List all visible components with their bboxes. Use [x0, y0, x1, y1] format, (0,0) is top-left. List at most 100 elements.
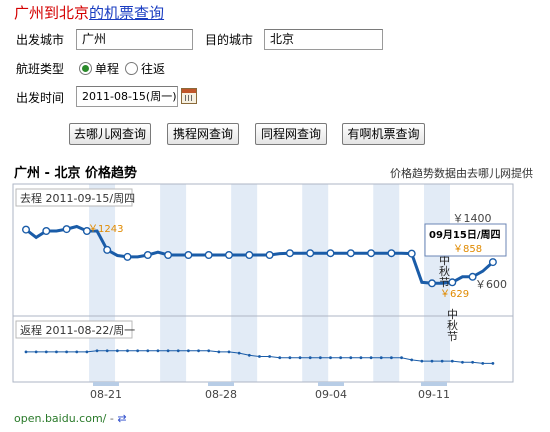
price-tooltip: 09月15日/周四 ￥858 — [424, 223, 507, 257]
weekend-band — [89, 184, 116, 382]
return-point — [115, 349, 119, 353]
chart-route-title: 广州 - 北京 价格趋势 — [14, 166, 137, 181]
outbound-point — [407, 249, 416, 258]
outbound-point — [22, 225, 31, 234]
depart-city-input[interactable]: 广州 — [76, 29, 193, 50]
outbound-point — [285, 249, 294, 258]
y-tick-high: ￥1400 — [453, 212, 492, 225]
outbound-label: 去程 2011-09-15/周四 — [20, 192, 135, 205]
return-point — [187, 349, 190, 353]
y-tick-low: ￥600 — [475, 278, 507, 291]
return-point — [34, 350, 38, 354]
return-point — [430, 359, 434, 363]
return-point — [207, 349, 211, 353]
return-point — [65, 350, 68, 354]
outbound-point — [468, 272, 477, 281]
round-trip-radio[interactable] — [125, 62, 138, 75]
return-point — [450, 359, 454, 363]
outbound-point — [103, 245, 112, 254]
tongcheng-search-button[interactable]: 同程网查询 — [255, 123, 327, 145]
footer-share-icon[interactable]: ⇄ — [117, 412, 126, 425]
date-label: 出发时间 — [16, 91, 65, 105]
weekend-band — [302, 184, 329, 382]
weekend-band — [373, 184, 400, 382]
return-point — [400, 356, 403, 360]
x-tick-marker — [93, 382, 119, 386]
return-point — [136, 349, 140, 353]
arrive-city-label: 目的城市 — [205, 33, 254, 47]
date-input[interactable]: 2011-08-15(周一) — [76, 86, 178, 107]
outbound-point — [224, 250, 233, 259]
return-point — [288, 356, 292, 360]
return-point — [349, 356, 353, 360]
return-point — [491, 362, 495, 365]
outbound-point — [245, 250, 254, 259]
outbound-point — [326, 249, 335, 258]
youa-search-button[interactable]: 有啊机票查询 — [342, 123, 425, 145]
qunar-search-button[interactable]: 去哪儿网查询 — [69, 123, 151, 145]
title-to: 到 — [44, 4, 60, 22]
high-price-label: ￥1243 — [88, 224, 123, 235]
return-holiday-text: 中秋节 — [446, 308, 459, 341]
return-point — [481, 362, 485, 365]
return-point — [329, 356, 332, 360]
return-point — [420, 359, 424, 363]
outbound-point — [428, 279, 437, 288]
round-trip-label[interactable]: 往返 — [141, 61, 165, 77]
x-tick-label: 09-04 — [315, 388, 347, 401]
return-point — [359, 356, 363, 360]
return-point — [379, 356, 383, 360]
weekend-band — [160, 184, 187, 382]
title-suffix-link[interactable]: 的机票查询 — [89, 4, 164, 22]
tooltip-price: ￥858 — [453, 244, 482, 255]
return-point — [258, 355, 261, 358]
outbound-point — [306, 249, 315, 258]
ctrip-search-button[interactable]: 携程网查询 — [167, 123, 239, 145]
return-point — [166, 349, 170, 353]
price-trend-chart: 去程 2011-09-15/周四 ￥1400 ￥600 ￥1243 ￥629 中… — [12, 183, 514, 401]
x-tick-marker — [208, 382, 234, 386]
return-point — [44, 350, 48, 354]
x-tick-label: 08-21 — [90, 388, 122, 401]
tooltip-date: 09月15日/周四 — [429, 229, 500, 241]
return-point — [55, 350, 58, 354]
outbound-point — [164, 250, 173, 259]
return-point — [156, 349, 160, 353]
outbound-point — [367, 249, 376, 258]
return-point — [440, 359, 444, 363]
return-point — [268, 355, 271, 358]
trip-type-label: 航班类型 — [16, 62, 65, 76]
return-point — [227, 350, 231, 354]
one-way-label[interactable]: 单程 — [95, 61, 119, 77]
data-provider-note: 价格趋势数据由去哪儿网提供 — [390, 167, 533, 180]
return-point — [75, 350, 79, 354]
return-point — [85, 350, 89, 354]
return-point — [217, 350, 221, 354]
return-point — [146, 349, 150, 353]
return-point — [298, 356, 302, 360]
outbound-point — [488, 258, 497, 267]
calendar-icon[interactable] — [181, 88, 197, 104]
return-point — [247, 353, 251, 357]
return-point — [95, 349, 99, 353]
depart-city-label: 出发城市 — [16, 33, 65, 47]
outbound-point — [184, 250, 193, 259]
return-point — [369, 356, 373, 360]
outbound-point — [204, 250, 213, 259]
return-point — [410, 358, 414, 362]
return-point — [471, 360, 474, 364]
outbound-point — [265, 250, 274, 259]
return-point — [197, 349, 200, 353]
return-label: 返程 2011-08-22/周一 — [20, 324, 135, 337]
return-point — [339, 356, 343, 360]
one-way-radio[interactable] — [79, 62, 92, 75]
arrive-city-input[interactable]: 北京 — [264, 29, 383, 50]
return-point — [237, 351, 241, 355]
x-tick-marker — [421, 382, 447, 386]
footer-separator: - — [109, 412, 114, 425]
return-point — [126, 349, 129, 353]
return-point — [176, 349, 180, 353]
return-point — [461, 360, 464, 364]
outbound-point — [42, 227, 51, 236]
footer-link[interactable]: open.baidu.com/ — [14, 412, 106, 425]
